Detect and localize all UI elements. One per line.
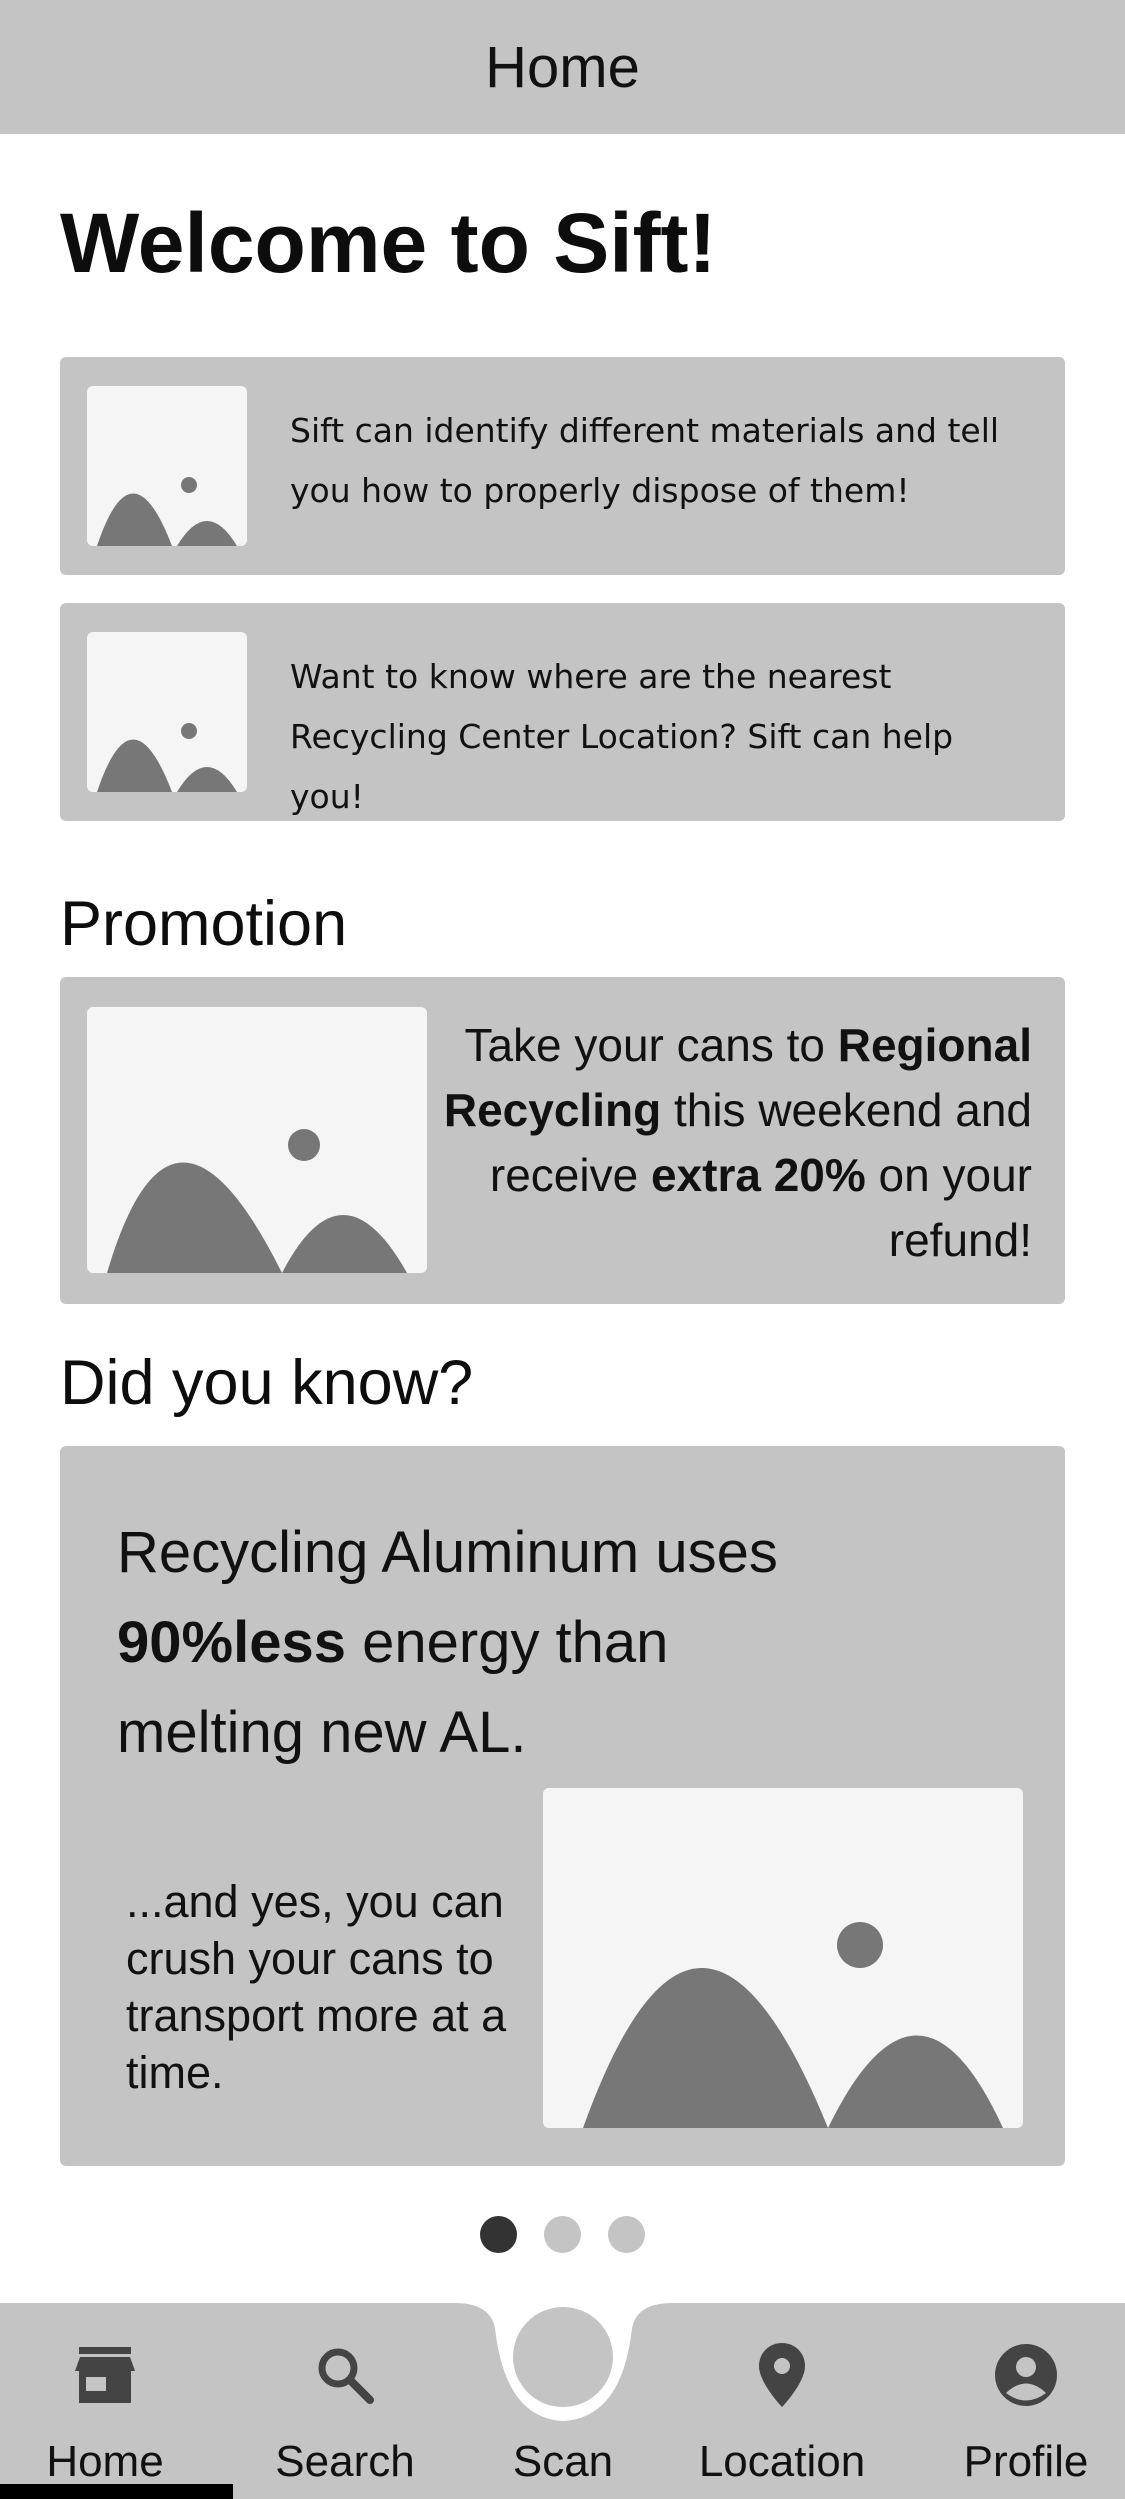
fact-note: ...and yes, you can crush your cans to t… xyxy=(126,1876,507,2098)
info-card-locations[interactable]: Want to know where are the nearest Recyc… xyxy=(60,603,1065,821)
nav-label: Location xyxy=(698,2437,866,2486)
promotion-card[interactable]: Take your cans to Regional Recycling thi… xyxy=(60,977,1065,1304)
top-app-bar: Home xyxy=(0,0,1125,134)
info-card-text: Sift can identify different materials an… xyxy=(290,411,1000,510)
info-card-identify[interactable]: Sift can identify different materials an… xyxy=(60,357,1065,575)
nav-profile[interactable]: Profile xyxy=(941,2303,1111,2499)
search-icon xyxy=(313,2343,377,2407)
nav-label: Profile xyxy=(963,2437,1089,2486)
promotion-heading: Promotion xyxy=(60,889,348,959)
nav-label: Search xyxy=(275,2437,415,2486)
nav-home[interactable]: Home xyxy=(20,2303,190,2499)
carousel-dot[interactable] xyxy=(608,2216,645,2253)
image-placeholder-icon xyxy=(87,386,247,546)
store-icon xyxy=(73,2343,137,2407)
info-card-text: Want to know where are the nearest Recyc… xyxy=(290,657,954,816)
account-circle-icon xyxy=(994,2343,1058,2407)
nav-label: Scan xyxy=(512,2437,614,2486)
fact-text: Recycling Aluminum uses 90%less energy t… xyxy=(117,1520,778,1765)
image-placeholder-icon xyxy=(543,1788,1023,2128)
image-placeholder-icon xyxy=(87,1007,427,1273)
carousel-indicator xyxy=(0,2216,1125,2253)
welcome-heading: Welcome to Sift! xyxy=(60,196,717,290)
nav-label: Home xyxy=(46,2437,164,2486)
promotion-text: Take your cans to Regional Recycling thi… xyxy=(443,1019,1032,1266)
image-placeholder-icon xyxy=(87,632,247,792)
page-title: Home xyxy=(485,34,640,100)
scan-button[interactable] xyxy=(513,2307,613,2407)
did-you-know-heading: Did you know? xyxy=(60,1348,474,1418)
active-tab-indicator xyxy=(0,2484,233,2499)
carousel-dot[interactable] xyxy=(544,2216,581,2253)
nav-search[interactable]: Search xyxy=(260,2303,430,2499)
carousel-dot-active[interactable] xyxy=(480,2216,517,2253)
nav-location[interactable]: Location xyxy=(697,2303,867,2499)
location-pin-icon xyxy=(750,2343,814,2407)
did-you-know-card[interactable]: Recycling Aluminum uses 90%less energy t… xyxy=(60,1446,1065,2166)
